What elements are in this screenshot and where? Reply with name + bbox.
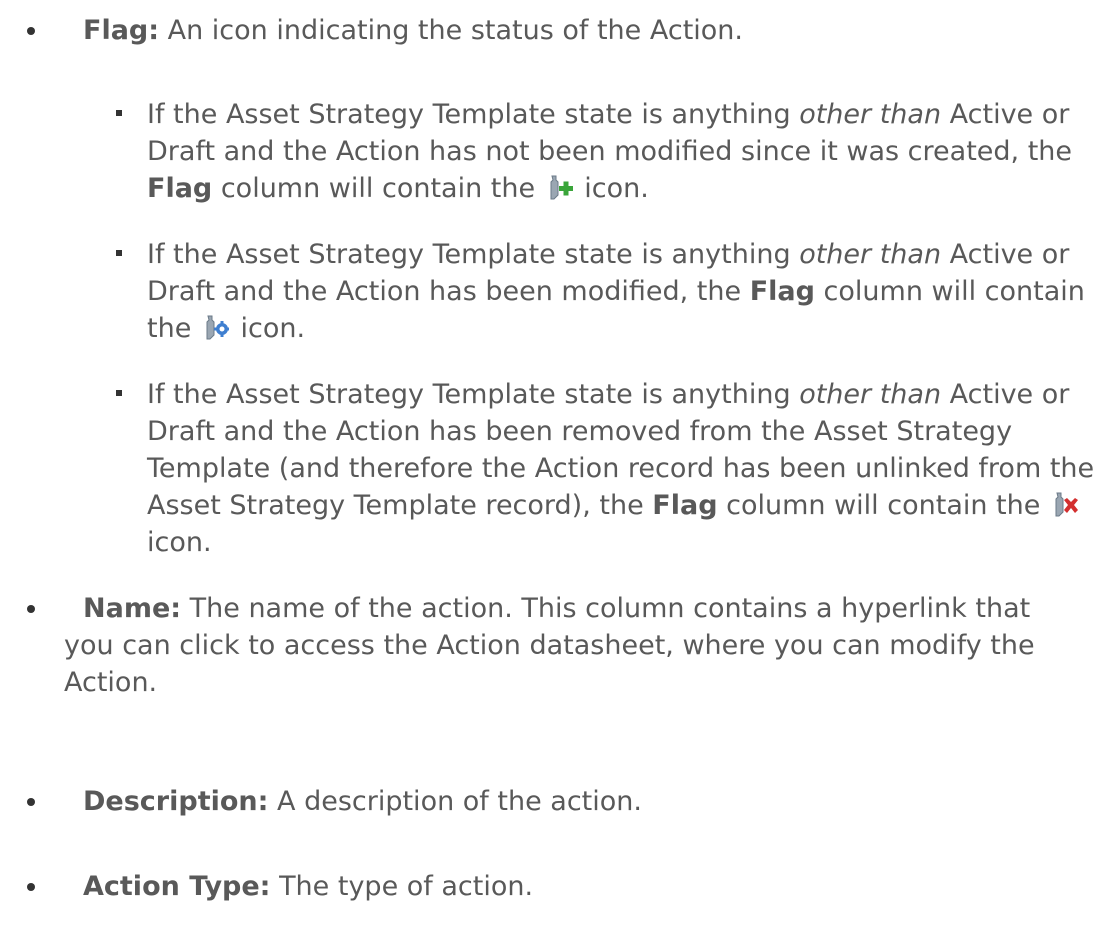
list-item-text: Action Type: The type of action. <box>83 868 1093 905</box>
sub-bullet-square <box>116 250 122 256</box>
flag-term: Flag <box>652 490 718 521</box>
term-description: A description of the action. <box>268 786 642 817</box>
sub-list-item-text: If the Asset Strategy Template state is … <box>147 236 1095 347</box>
bullet-dot <box>27 27 35 35</box>
bullet-dot <box>27 605 35 613</box>
text-run: icon. <box>575 173 649 204</box>
term-label: Description: <box>83 786 269 817</box>
term-label: Action Type: <box>83 871 271 902</box>
text-run: column will contain the <box>717 490 1049 521</box>
text-run: If the Asset Strategy Template state is … <box>147 99 800 130</box>
list-item-text: Description: A description of the action… <box>83 783 1093 820</box>
list-item-text: Name: The name of the action. This colum… <box>64 590 1074 701</box>
sub-list-item-text: If the Asset Strategy Template state is … <box>147 96 1095 207</box>
text-run: If the Asset Strategy Template state is … <box>147 239 800 270</box>
sub-bullet-square <box>116 110 122 116</box>
sub-list-item-text: If the Asset Strategy Template state is … <box>147 376 1095 561</box>
term-description: The type of action. <box>270 871 534 902</box>
text-run: If the Asset Strategy Template state is … <box>147 379 800 410</box>
flag-term: Flag <box>147 173 213 204</box>
wrench-gear-icon <box>206 315 229 340</box>
bullet-dot <box>27 798 35 806</box>
term-label: Name: <box>83 593 182 624</box>
term-label: Flag: <box>83 15 160 46</box>
wrench-x-icon <box>1055 492 1078 517</box>
text-run: column will contain the <box>212 173 544 204</box>
list-item-text: Flag: An icon indicating the status of t… <box>83 12 1093 49</box>
bullet-dot <box>27 883 35 891</box>
text-run: icon. <box>231 313 306 344</box>
emphasis-text: other than <box>799 379 942 410</box>
emphasis-text: other than <box>799 239 942 270</box>
text-run: icon. <box>147 527 212 558</box>
document-page: Flag: An icon indicating the status of t… <box>0 0 1109 942</box>
emphasis-text: other than <box>799 99 942 130</box>
term-description: The name of the action. This column cont… <box>64 593 1035 698</box>
sub-bullet-square <box>116 390 122 396</box>
wrench-plus-icon <box>550 175 573 200</box>
flag-term: Flag <box>749 276 815 307</box>
term-description: An icon indicating the status of the Act… <box>159 15 744 46</box>
